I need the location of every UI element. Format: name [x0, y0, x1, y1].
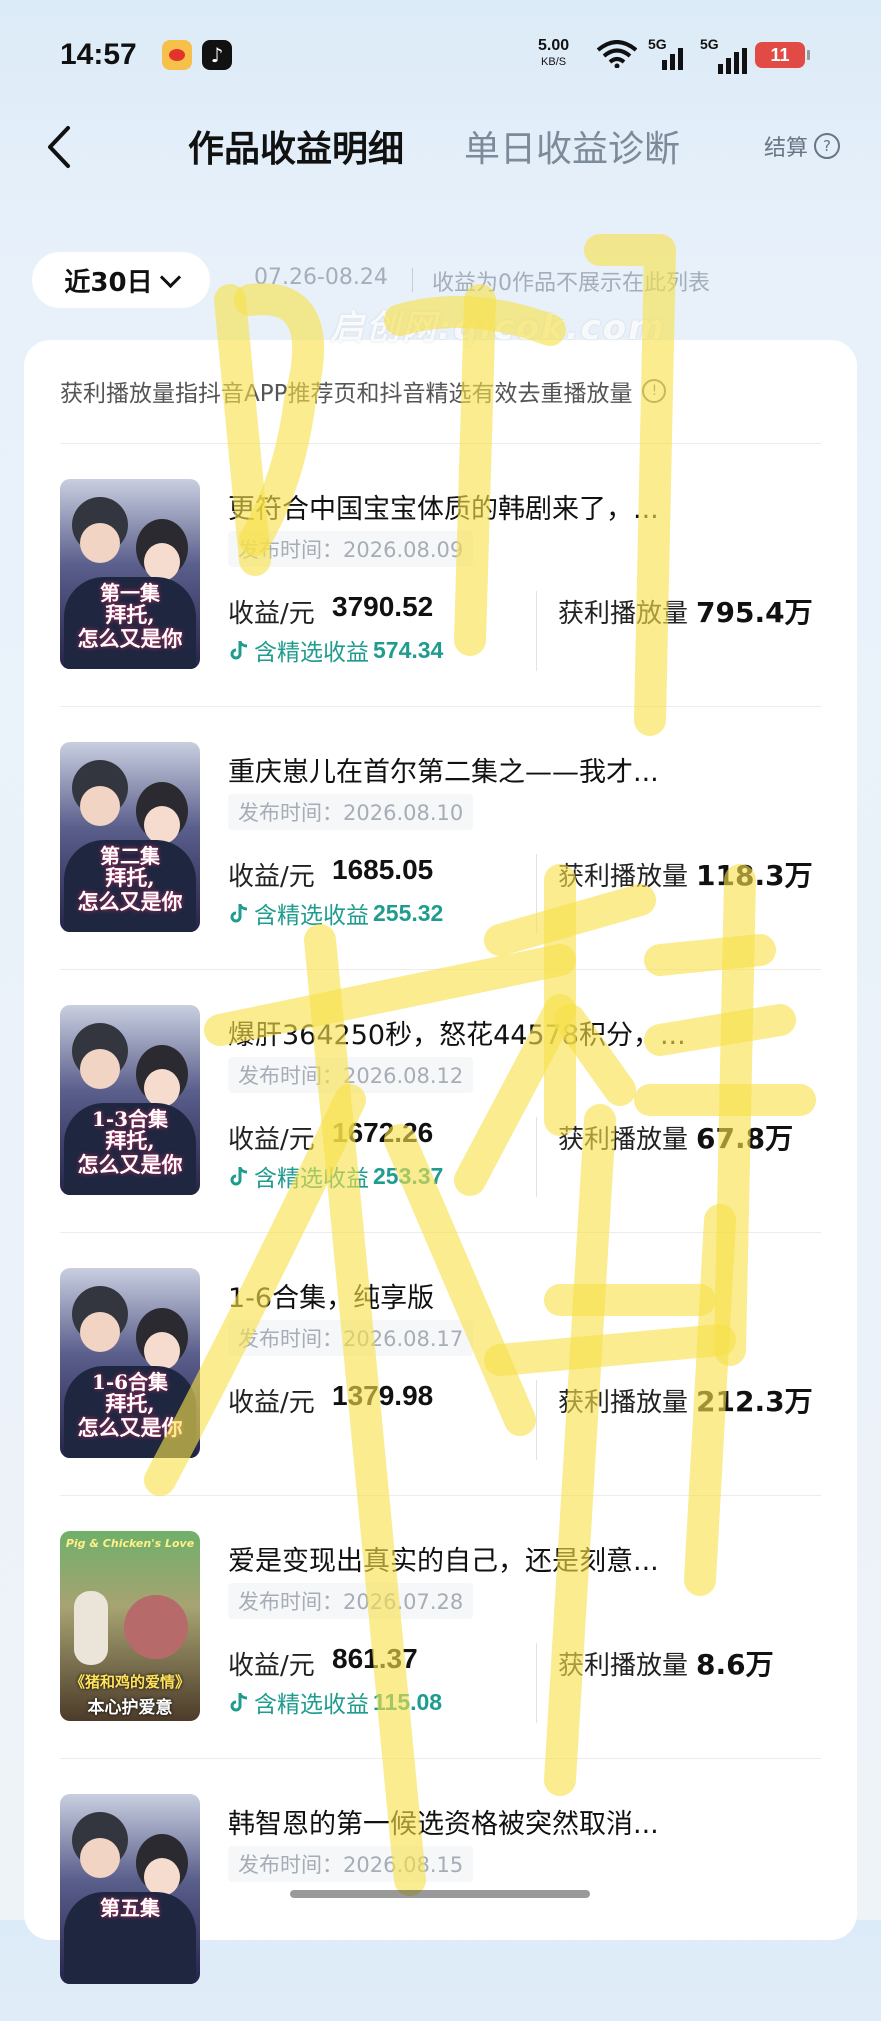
revenue-label: 收益/元: [228, 599, 315, 629]
publish-date: 发布时间：2026.08.17: [228, 1320, 474, 1356]
divider: [536, 1117, 537, 1197]
revenue-value: 3790.52: [332, 591, 434, 622]
poster-thumbnail: 第五集: [60, 1794, 200, 1984]
home-indicator[interactable]: [290, 1890, 590, 1898]
publish-date: 发布时间：2026.08.09: [228, 531, 474, 567]
list-item[interactable]: 第一集 拜托, 怎么又是你 更符合中国宝宝体质的韩剧来了，... 发布时间：20…: [24, 443, 857, 706]
revenue-label: 收益/元: [228, 1125, 315, 1155]
douyin-note-icon: [230, 904, 248, 923]
status-bar: 14:57 ♪ 5.00 KB/S 5G 5G 11: [0, 0, 881, 110]
plays-value: 795.4万: [696, 596, 813, 629]
divider: [536, 1643, 537, 1723]
work-title[interactable]: 重庆崽儿在首尔第二集之——我才...: [228, 750, 828, 789]
plays-label: 获利播放量: [558, 1125, 689, 1155]
work-list: 第一集 拜托, 怎么又是你 更符合中国宝宝体质的韩剧来了，... 发布时间：20…: [24, 443, 857, 2021]
chevron-down-icon: [159, 266, 181, 288]
list-item[interactable]: 第二集 拜托, 怎么又是你 重庆崽儿在首尔第二集之——我才... 发布时间：20…: [24, 706, 857, 969]
poster-thumbnail: 第一集 拜托, 怎么又是你: [60, 479, 200, 669]
plays-value: 8.6万: [696, 1648, 774, 1681]
help-icon: ?: [814, 133, 841, 159]
network-speed: 5.00 KB/S: [538, 37, 570, 69]
date-range-label: 近30日: [64, 267, 153, 298]
list-item[interactable]: 1-6合集 拜托, 怎么又是你 1-6合集，纯享版 发布时间：2026.08.1…: [24, 1232, 857, 1495]
tab-daily-diagnosis[interactable]: 单日收益诊断: [464, 120, 680, 172]
poster-thumbnail: 1-3合集 拜托, 怎么又是你: [60, 1005, 200, 1195]
date-range-text: 07.26-08.24: [254, 265, 388, 290]
plays-value: 212.3万: [696, 1385, 813, 1418]
battery-icon: 11: [755, 42, 810, 68]
revenue-value: 861.37: [332, 1643, 418, 1674]
plays-label: 获利播放量: [558, 1651, 689, 1681]
selected-revenue: 含精选收益 574.34: [228, 633, 443, 667]
divider: [536, 591, 537, 671]
publish-date: 发布时间：2026.08.10: [228, 794, 474, 830]
douyin-note-icon: [230, 641, 248, 660]
divider: [412, 268, 413, 292]
work-title[interactable]: 爱是变现出真实的自己，还是刻意...: [228, 1539, 828, 1578]
settle-label: 结算: [764, 136, 809, 161]
publish-date: 发布时间：2026.07.28: [228, 1583, 474, 1619]
revenue-list-card: 获利播放量指抖音APP推荐页和抖音精选有效去重播放量 ! 第一集 拜托, 怎么又…: [24, 340, 857, 1984]
divider: [536, 854, 537, 934]
info-text: 获利播放量指抖音APP推荐页和抖音精选有效去重播放量: [60, 381, 633, 407]
douyin-note-icon: [230, 1693, 248, 1712]
revenue-value: 1672.26: [332, 1117, 434, 1148]
revenue-value: 1379.98: [332, 1380, 434, 1411]
plays-label: 获利播放量: [558, 1388, 689, 1418]
revenue-label: 收益/元: [228, 1651, 315, 1681]
signal-icon: 5G: [648, 36, 688, 72]
watermark: 启创网:qicok.com: [330, 308, 666, 348]
list-item[interactable]: Pig & Chicken's Love 《猪和鸡的爱情》 本心护爱意 爱是变现…: [24, 1495, 857, 1758]
info-line: 获利播放量指抖音APP推荐页和抖音精选有效去重播放量 !: [60, 374, 667, 408]
douyin-note-icon: [230, 1167, 248, 1186]
work-title[interactable]: 爆肝364250秒，怒花44578积分，...: [228, 1013, 828, 1052]
tab-work-revenue[interactable]: 作品收益明细: [188, 120, 404, 172]
poster-thumbnail: 1-6合集 拜托, 怎么又是你: [60, 1268, 200, 1458]
revenue-label: 收益/元: [228, 1388, 315, 1418]
selected-revenue: 含精选收益 255.32: [228, 896, 443, 930]
work-title[interactable]: 1-6合集，纯享版: [228, 1276, 828, 1315]
plays-label: 获利播放量: [558, 862, 689, 892]
settle-button[interactable]: 结算 ?: [764, 130, 841, 162]
plays-value: 118.3万: [696, 859, 813, 892]
weibo-icon: [162, 40, 192, 70]
clock: 14:57: [60, 38, 137, 71]
selected-revenue: 含精选收益 115.08: [228, 1685, 442, 1719]
selected-revenue: 含精选收益 253.37: [228, 1159, 443, 1193]
signal-icon-2: 5G: [700, 36, 747, 74]
plays-label: 获利播放量: [558, 599, 689, 629]
tiktok-icon: ♪: [202, 40, 232, 70]
info-icon[interactable]: !: [642, 379, 667, 403]
poster-thumbnail: 第二集 拜托, 怎么又是你: [60, 742, 200, 932]
list-item[interactable]: 1-3合集 拜托, 怎么又是你 爆肝364250秒，怒花44578积分，... …: [24, 969, 857, 1232]
divider: [536, 1380, 537, 1460]
poster-thumbnail: Pig & Chicken's Love 《猪和鸡的爱情》 本心护爱意: [60, 1531, 200, 1721]
publish-date: 发布时间：2026.08.12: [228, 1057, 474, 1093]
work-title[interactable]: 更符合中国宝宝体质的韩剧来了，...: [228, 487, 828, 526]
wifi-icon: [596, 40, 638, 68]
plays-value: 67.8万: [696, 1122, 794, 1155]
back-arrow-icon[interactable]: [40, 122, 80, 172]
revenue-value: 1685.05: [332, 854, 434, 885]
range-note: 收益为0作品不展示在此列表: [432, 271, 710, 296]
publish-date: 发布时间：2026.08.15: [228, 1846, 474, 1882]
work-title[interactable]: 韩智恩的第一候选资格被突然取消...: [228, 1802, 828, 1841]
date-range-dropdown[interactable]: 近30日: [32, 252, 210, 308]
revenue-label: 收益/元: [228, 862, 315, 892]
